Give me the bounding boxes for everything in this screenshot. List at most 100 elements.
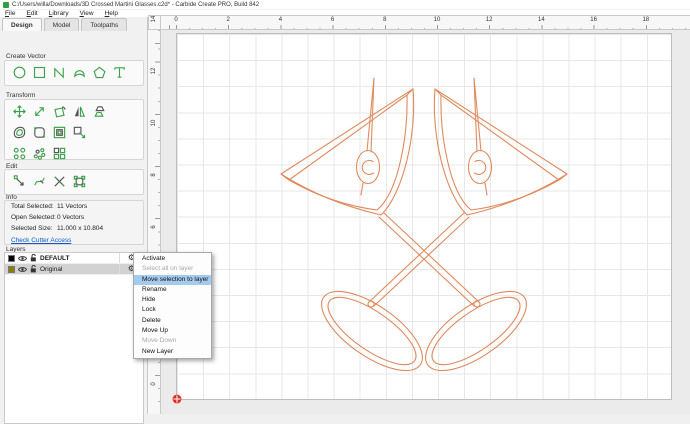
layer-row-original[interactable]: Original ⚙	[5, 264, 143, 275]
tab-design[interactable]: Design	[2, 18, 42, 31]
v-ruler-label: 14	[151, 15, 157, 22]
layer-color-swatch[interactable]	[8, 254, 15, 262]
context-menu-item-move-down: Move Down	[142, 337, 177, 345]
grid-array-tool-button[interactable]	[51, 145, 67, 161]
info-total-label: Total Selected:	[11, 203, 54, 210]
v-ruler-label: 6	[151, 225, 157, 230]
circular-array-icon	[33, 147, 45, 160]
context-menu-item-move-up[interactable]: Move Up	[134, 326, 211, 336]
context-menu-item-new-layer[interactable]: New Layer	[134, 347, 211, 357]
h-ruler-label: 18	[642, 17, 650, 23]
menu-file[interactable]: File	[5, 10, 16, 17]
layer-context-menu: Activate Select all on layer Move selectio…	[133, 252, 212, 359]
linear-array-icon	[13, 147, 25, 159]
layer-name[interactable]: DEFAULT	[40, 255, 116, 262]
create-vector-group	[4, 60, 144, 86]
menu-library[interactable]: Library	[49, 10, 69, 17]
v-ruler-label: 8	[151, 173, 157, 177]
h-ruler-label: 2	[226, 17, 230, 23]
context-menu-item-activate[interactable]: Activate	[134, 254, 211, 264]
offset-icon	[13, 126, 25, 138]
circle-tool-button[interactable]	[11, 64, 27, 80]
flip-tool-button[interactable]	[91, 103, 107, 119]
tab-model[interactable]: Model	[43, 18, 80, 31]
mirror-icon	[74, 106, 85, 117]
v-ruler-label: 0	[151, 382, 157, 386]
curve-icon	[73, 69, 85, 78]
curve-tool-button[interactable]	[71, 64, 87, 80]
left-panel: Design Model Toolpaths Create Vector Tra…	[0, 17, 148, 424]
scale-tool-button[interactable]	[31, 103, 47, 119]
fair-curve-icon	[33, 177, 45, 185]
v-ruler-label: 10	[151, 119, 157, 127]
context-menu-item-move-selection-to-layer[interactable]: Move selection to layer	[134, 274, 211, 285]
scale-icon	[34, 106, 44, 116]
mirror-tool-button[interactable]	[71, 103, 87, 119]
flip-icon	[93, 105, 105, 117]
info-size-row: Selected Size: 11.000 x 10.804	[5, 223, 143, 234]
menu-help[interactable]: Help	[105, 10, 118, 17]
rotate-icon	[53, 105, 66, 118]
h-ruler-label: 16	[590, 17, 597, 23]
layer-visibility-eye-icon[interactable]	[18, 266, 27, 273]
edit-group	[4, 169, 144, 195]
info-open-row: Open Selected: 0 Vectors	[5, 212, 143, 223]
info-size-label: Selected Size:	[11, 225, 53, 232]
polygon-tool-button[interactable]	[91, 64, 107, 80]
layer-lock-icon[interactable]	[30, 265, 37, 273]
boolean-icon	[73, 175, 85, 187]
tab-toolpaths[interactable]: Toolpaths	[81, 18, 128, 31]
offset-tool-button[interactable]	[11, 124, 27, 140]
polyline-icon	[53, 66, 64, 79]
layer-color-swatch[interactable]	[8, 265, 15, 273]
info-open-value: 0 Vectors	[57, 214, 85, 221]
h-ruler-label: 10	[433, 17, 441, 23]
layer-row-default[interactable]: DEFAULT ⚙	[5, 253, 143, 264]
context-menu-item-select-all-on-layer: Select all on layer	[142, 265, 194, 273]
polyline-tool-button[interactable]	[51, 64, 67, 80]
tab-bar: Design Model Toolpaths	[0, 18, 128, 31]
context-menu-item-lock[interactable]: Lock	[134, 305, 211, 315]
move-icon	[12, 104, 26, 118]
node-edit-tool-button[interactable]	[11, 173, 27, 189]
transform-group	[4, 99, 144, 160]
trim-tool-button[interactable]	[51, 173, 67, 189]
h-ruler-label: 12	[485, 17, 493, 23]
align-tool-button[interactable]	[71, 124, 87, 140]
text-tool-button[interactable]	[111, 64, 127, 80]
nested-offset-icon	[53, 126, 65, 138]
context-menu-item-delete[interactable]: Delete	[134, 316, 211, 326]
fair-curve-tool-button[interactable]	[31, 173, 47, 189]
move-tool-button[interactable]	[11, 103, 27, 119]
menu-edit[interactable]: Edit	[27, 10, 38, 17]
rectangle-tool-button[interactable]	[31, 64, 47, 80]
layers-list: DEFAULT ⚙ Original ⚙	[4, 252, 144, 424]
info-total-row: Total Selected: 11 Vectors	[5, 201, 143, 212]
h-ruler-label: 4	[278, 17, 283, 23]
rotate-tool-button[interactable]	[51, 103, 67, 119]
layer-name[interactable]: Original	[40, 266, 116, 273]
info-total-value: 11 Vectors	[57, 203, 88, 210]
vector-art-group[interactable]	[280, 77, 568, 386]
origin-marker[interactable]	[172, 394, 182, 404]
nested-offset-tool-button[interactable]	[51, 124, 67, 140]
app-icon	[3, 1, 9, 8]
info-size-value: 11.000 x 10.804	[57, 225, 104, 232]
fillet-tool-button[interactable]	[31, 124, 47, 140]
menu-view[interactable]: View	[80, 10, 94, 17]
info-open-label: Open Selected:	[11, 214, 56, 221]
info-group: Total Selected: 11 Vectors Open Selected…	[4, 200, 144, 245]
context-menu-item-rename[interactable]: Rename	[134, 285, 211, 295]
layer-visibility-eye-icon[interactable]	[18, 255, 27, 262]
polygon-icon	[92, 66, 106, 78]
window-title: C:/Users/willa/Downloads/3D Crossed Mart…	[12, 1, 260, 8]
layer-lock-icon[interactable]	[30, 254, 37, 262]
stock-area[interactable]	[172, 33, 673, 404]
node-edit-icon	[13, 174, 24, 186]
boolean-tool-button[interactable]	[71, 173, 87, 189]
circular-array-tool-button[interactable]	[31, 145, 47, 161]
canvas-viewport[interactable]	[161, 30, 690, 414]
context-menu-item-hide[interactable]: Hide	[134, 295, 211, 305]
linear-array-tool-button[interactable]	[11, 145, 27, 161]
martini-glasses-drawing[interactable]	[177, 34, 673, 401]
